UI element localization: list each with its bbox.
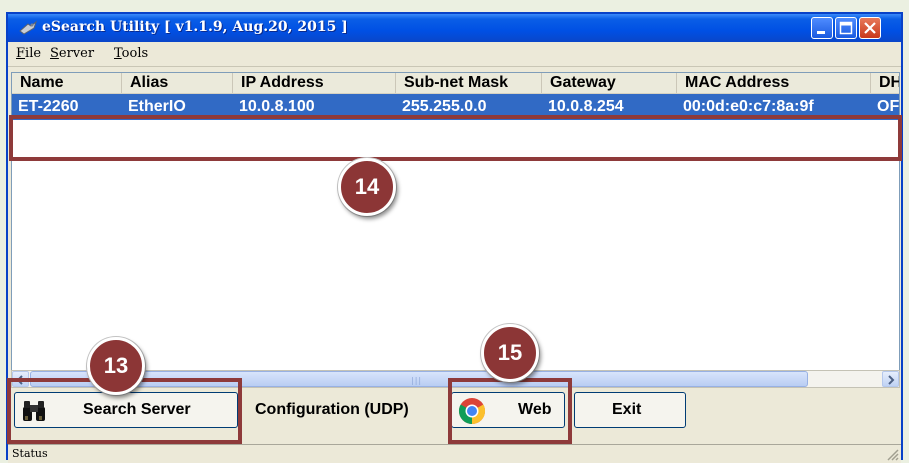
app-window: eSearch Utility [ v1.1.9, Aug.20, 2015 ]… bbox=[6, 12, 903, 463]
web-label: Web bbox=[518, 401, 552, 418]
title-bar[interactable]: eSearch Utility [ v1.1.9, Aug.20, 2015 ] bbox=[8, 14, 901, 42]
cell-dhcp: OFF bbox=[877, 98, 900, 115]
web-button[interactable]: Web bbox=[451, 392, 565, 428]
scroll-right-button[interactable] bbox=[882, 371, 899, 387]
scroll-grip-icon: ||| bbox=[411, 376, 423, 385]
scroll-left-button[interactable] bbox=[12, 371, 29, 387]
table-row[interactable]: ET-2260 EtherIO 10.0.8.100 255.255.0.0 1… bbox=[12, 94, 899, 120]
configuration-udp-button[interactable]: Configuration (UDP) bbox=[246, 392, 442, 428]
column-header-gateway[interactable]: Gateway bbox=[542, 73, 677, 93]
scroll-thumb[interactable]: ||| bbox=[30, 371, 808, 387]
menu-server[interactable]: Server bbox=[50, 46, 94, 61]
maximize-icon bbox=[839, 21, 853, 35]
status-bar: Status bbox=[8, 444, 901, 463]
scroll-right-icon bbox=[888, 375, 895, 385]
cell-ip: 10.0.8.100 bbox=[239, 98, 315, 115]
binoculars-icon bbox=[23, 401, 45, 421]
callout-badge-15: 15 bbox=[481, 324, 539, 382]
column-header-dhcp[interactable]: DHCP bbox=[871, 73, 899, 93]
close-button[interactable] bbox=[859, 17, 881, 39]
chrome-icon bbox=[458, 398, 486, 425]
scroll-left-icon bbox=[16, 375, 23, 385]
column-header-subnet[interactable]: Sub-net Mask bbox=[396, 73, 542, 93]
column-header-alias[interactable]: Alias bbox=[122, 73, 233, 93]
list-header: Name Alias IP Address Sub-net Mask Gatew… bbox=[12, 73, 899, 95]
cell-subnet: 255.255.0.0 bbox=[402, 98, 487, 115]
status-text: Status bbox=[12, 447, 48, 460]
column-header-mac[interactable]: MAC Address bbox=[677, 73, 871, 93]
close-icon bbox=[864, 22, 876, 34]
app-icon bbox=[19, 20, 38, 35]
menu-file[interactable]: File bbox=[16, 46, 41, 61]
server-list[interactable]: Name Alias IP Address Sub-net Mask Gatew… bbox=[11, 72, 900, 372]
minimize-button[interactable] bbox=[811, 17, 833, 39]
maximize-button[interactable] bbox=[835, 17, 857, 39]
exit-button[interactable]: Exit bbox=[574, 392, 686, 428]
column-header-name[interactable]: Name bbox=[12, 73, 122, 93]
window-title: eSearch Utility [ v1.1.9, Aug.20, 2015 ] bbox=[42, 19, 348, 35]
search-server-button[interactable]: Search Server bbox=[14, 392, 238, 428]
cell-mac: 00:0d:e0:c7:8a:9f bbox=[683, 98, 814, 115]
configuration-udp-label: Configuration (UDP) bbox=[255, 401, 409, 418]
callout-badge-13: 13 bbox=[87, 337, 145, 395]
minimize-icon bbox=[817, 31, 825, 34]
menu-bar: File Server Tools bbox=[8, 42, 901, 67]
exit-label: Exit bbox=[612, 401, 642, 418]
size-grip-icon[interactable] bbox=[885, 447, 899, 461]
search-server-label: Search Server bbox=[83, 401, 191, 418]
cell-gateway: 10.0.8.254 bbox=[548, 98, 624, 115]
callout-badge-14: 14 bbox=[338, 158, 396, 216]
cell-alias: EtherIO bbox=[128, 98, 186, 115]
cell-name: ET-2260 bbox=[18, 98, 79, 115]
menu-tools[interactable]: Tools bbox=[114, 46, 148, 61]
column-header-ip[interactable]: IP Address bbox=[233, 73, 396, 93]
horizontal-scrollbar[interactable]: ||| bbox=[11, 370, 900, 388]
